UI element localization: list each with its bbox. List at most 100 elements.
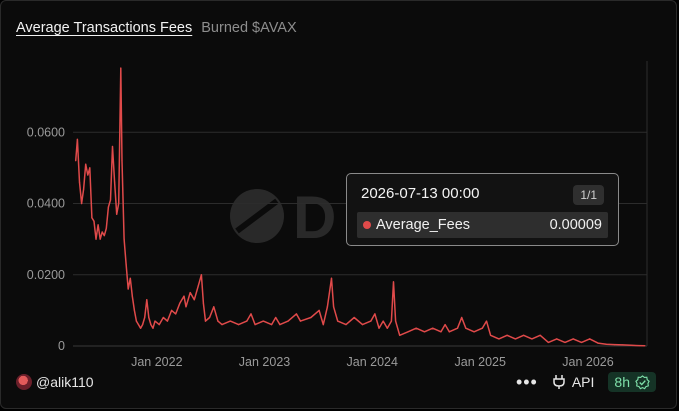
x-tick-label: Jan 2025 xyxy=(455,355,506,369)
data-point xyxy=(125,263,127,265)
data-point xyxy=(137,324,140,326)
data-point xyxy=(204,320,207,322)
data-point xyxy=(85,163,87,165)
data-point xyxy=(539,334,541,336)
data-point xyxy=(111,145,114,148)
author-username[interactable]: @alik110 xyxy=(36,374,94,390)
data-point xyxy=(158,324,160,326)
series-color-dot xyxy=(363,221,371,229)
data-point xyxy=(310,316,312,319)
data-point xyxy=(89,167,91,169)
y-tick-label: 0.0200 xyxy=(27,268,65,282)
data-point xyxy=(444,324,446,326)
data-point xyxy=(171,309,173,311)
data-point xyxy=(423,331,426,333)
data-point xyxy=(481,327,483,329)
data-point xyxy=(144,316,146,319)
data-point xyxy=(81,202,83,205)
x-tick-label: Jan 2024 xyxy=(347,355,398,369)
data-point xyxy=(183,295,185,297)
data-point xyxy=(370,320,372,322)
data-point xyxy=(254,324,256,326)
data-point xyxy=(271,324,273,326)
data-point xyxy=(97,224,99,226)
data-point xyxy=(105,227,107,229)
data-point xyxy=(133,309,135,311)
api-label: API xyxy=(571,374,595,390)
data-point xyxy=(353,316,355,319)
avatar xyxy=(16,374,32,390)
data-point xyxy=(87,174,89,176)
data-point xyxy=(498,338,500,340)
tooltip: 2026-07-13 00:00 1/1 Average_Fees 0.0000… xyxy=(346,173,619,246)
data-point xyxy=(448,331,450,333)
data-point xyxy=(131,295,133,297)
data-point xyxy=(213,306,215,308)
data-point xyxy=(287,320,289,322)
data-point xyxy=(644,345,646,347)
data-point xyxy=(76,138,78,140)
data-point xyxy=(129,277,131,279)
data-point xyxy=(193,299,195,301)
data-point xyxy=(189,292,191,294)
data-point xyxy=(490,334,492,336)
svg-text:D: D xyxy=(293,184,336,251)
data-point xyxy=(103,235,105,237)
data-point xyxy=(506,334,508,336)
data-point xyxy=(432,327,434,329)
data-point xyxy=(531,338,533,340)
author[interactable]: @alik110 xyxy=(16,374,94,390)
data-point xyxy=(485,320,488,322)
data-point xyxy=(399,334,401,336)
api-button[interactable]: API xyxy=(552,374,595,390)
data-point xyxy=(246,320,248,322)
y-tick-label: 0.0400 xyxy=(27,197,65,211)
data-point xyxy=(638,345,640,347)
data-point xyxy=(142,324,144,326)
data-point xyxy=(148,316,150,319)
data-point xyxy=(326,306,328,308)
data-point xyxy=(279,324,281,326)
data-point xyxy=(101,231,103,233)
data-point xyxy=(99,238,101,240)
data-point xyxy=(175,313,177,315)
watermark: D xyxy=(230,184,336,251)
data-point xyxy=(229,320,231,322)
data-point xyxy=(202,302,204,304)
data-point xyxy=(461,316,463,319)
data-point xyxy=(116,213,118,215)
tooltip-date: 2026-07-13 00:00 xyxy=(361,185,480,202)
refresh-label: 8h xyxy=(614,374,630,390)
data-point xyxy=(392,281,395,283)
more-icon[interactable]: ••• xyxy=(516,373,538,391)
data-point xyxy=(415,327,417,329)
chart-card: Average Transactions Fees Burned $AVAX D… xyxy=(0,0,677,409)
data-point xyxy=(299,320,302,322)
data-point xyxy=(374,313,376,315)
data-point xyxy=(140,327,142,329)
data-point xyxy=(114,181,116,183)
tooltip-value: 0.00009 xyxy=(549,217,602,233)
data-point xyxy=(547,341,550,343)
data-point xyxy=(572,338,574,340)
data-point xyxy=(123,238,125,240)
data-point xyxy=(378,327,380,329)
data-point xyxy=(83,188,85,190)
data-point xyxy=(622,344,624,346)
data-point xyxy=(95,238,97,240)
data-point xyxy=(120,67,122,69)
data-point xyxy=(295,313,297,315)
data-point xyxy=(580,341,583,343)
data-point xyxy=(395,320,397,322)
data-point xyxy=(121,160,123,162)
refresh-badge[interactable]: 8h xyxy=(608,372,656,392)
x-tick-label: Jan 2026 xyxy=(562,355,613,369)
data-point xyxy=(407,331,409,333)
data-point xyxy=(217,320,219,322)
data-point xyxy=(135,320,137,322)
check-badge-icon xyxy=(635,374,650,389)
data-point xyxy=(382,320,384,322)
tooltip-series-row: Average_Fees 0.00009 xyxy=(357,212,608,238)
data-point xyxy=(107,206,109,208)
data-point xyxy=(154,320,156,322)
